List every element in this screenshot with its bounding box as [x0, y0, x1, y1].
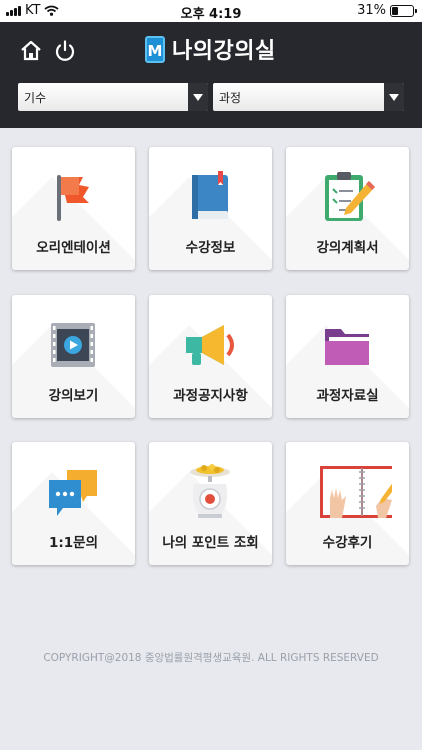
video-film-icon — [51, 323, 95, 367]
status-right: 31% — [357, 3, 417, 18]
status-bar: KT 오후 4:19 31% — [0, 0, 422, 22]
menu-my-points[interactable]: 나의 포인트 조회 — [149, 442, 272, 565]
menu-course-materials[interactable]: 과정자료실 — [286, 295, 409, 418]
menu-orientation[interactable]: 오리엔테이션 — [12, 147, 135, 270]
home-icon[interactable] — [19, 39, 43, 63]
flag-icon — [57, 175, 89, 221]
menu-label: 수강정보 — [185, 240, 236, 256]
menu-syllabus[interactable]: 강의계획서 — [286, 147, 409, 270]
page-title-text: 나의강의실 — [172, 39, 276, 64]
menu-label: 수강후기 — [322, 535, 373, 551]
app-header: M 나의강의실 기수 과정 — [0, 22, 422, 128]
megaphone-icon — [186, 325, 234, 365]
folder-icon — [325, 329, 369, 365]
book-icon — [192, 171, 228, 219]
footer-copyright: COPYRIGHT@2018 중앙법률원격평생교육원. ALL RIGHTS R… — [43, 652, 379, 664]
course-select-value: 과정 — [219, 90, 242, 105]
menu-label: 강의보기 — [48, 388, 99, 404]
chevron-down-icon — [188, 83, 208, 111]
logo-icon: M — [145, 35, 165, 63]
menu-label: 과정공지사항 — [173, 388, 248, 404]
menu-label: 1:1문의 — [48, 535, 99, 551]
menu-course-review[interactable]: 수강후기 — [286, 442, 409, 565]
menu-label: 나의 포인트 조회 — [162, 535, 259, 551]
battery-percent: 31% — [357, 3, 386, 18]
menu-label: 오리엔테이션 — [36, 240, 111, 256]
page-title: M 나의강의실 — [145, 33, 276, 65]
menu-label: 강의계획서 — [316, 240, 379, 256]
power-icon[interactable] — [53, 39, 77, 63]
menu-one-on-one[interactable]: 1:1문의 — [12, 442, 135, 565]
menu-course-info[interactable]: 수강정보 — [149, 147, 272, 270]
battery-icon — [390, 4, 417, 17]
term-select[interactable]: 기수 — [18, 83, 208, 111]
menu-label: 과정자료실 — [316, 388, 379, 404]
scale-coins-icon — [190, 464, 230, 518]
course-select[interactable]: 과정 — [213, 83, 404, 111]
menu-lecture-view[interactable]: 강의보기 — [12, 295, 135, 418]
term-select-value: 기수 — [24, 90, 47, 105]
clipboard-pencil-icon — [325, 172, 375, 221]
chevron-down-icon — [384, 83, 404, 111]
chat-bubbles-icon — [49, 470, 97, 516]
menu-course-notice[interactable]: 과정공지사항 — [149, 295, 272, 418]
notebook-hand-icon — [320, 466, 392, 518]
